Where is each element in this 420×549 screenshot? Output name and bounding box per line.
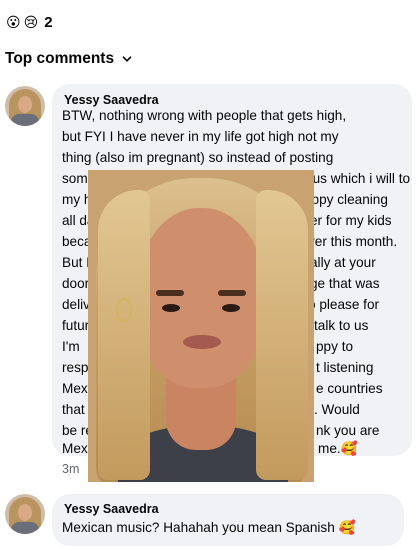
- comment-author[interactable]: Yessy Saavedra: [64, 93, 159, 107]
- comment-text-line: . Would: [314, 402, 360, 417]
- commenter-avatar[interactable]: [5, 86, 45, 126]
- comment-text-line: t listening: [316, 360, 374, 375]
- comment-text-line: ppy to: [316, 339, 354, 354]
- comment-text-line: appy cleaning: [304, 192, 388, 207]
- comment-text-line: ge that was: [310, 276, 380, 291]
- comment-author[interactable]: Yessy Saavedra: [64, 502, 159, 516]
- comment-text-line: I'm: [62, 339, 80, 354]
- sad-reaction-icon: 😢: [23, 14, 39, 30]
- comment-text-line: ally at your: [310, 255, 376, 270]
- comment-text-line: nk you are: [316, 423, 380, 438]
- comment-sort-label: Top comments: [5, 50, 115, 67]
- reactions-summary[interactable]: 😮 😢 2: [6, 12, 53, 32]
- earring-icon: [116, 298, 132, 322]
- comment-text: Mexican music? Hahahah you mean Spanish …: [62, 520, 356, 535]
- comment-text-line: me.🥰: [318, 441, 358, 456]
- comment-text-line: e countries: [316, 381, 383, 396]
- video-overlay[interactable]: [88, 170, 314, 482]
- comment-text-line: that: [62, 402, 85, 417]
- comment-text-line: BTW, nothing wrong with people that gets…: [62, 108, 347, 123]
- wow-reaction-icon: 😮: [6, 14, 21, 30]
- comment-text-line: talk to us: [314, 318, 369, 333]
- comment-text-line: Mexi: [62, 381, 91, 396]
- comment-text-line: er for my kids: [310, 213, 392, 228]
- comment-text-line: o please for: [308, 297, 380, 312]
- comment-text-line: thing (also im pregnant) so instead of p…: [62, 150, 334, 165]
- comment-text-line: ver this month.: [308, 234, 398, 249]
- comment-text-line: but FYI I have never in my life got high…: [62, 129, 339, 144]
- comment-sort-dropdown[interactable]: Top comments: [5, 50, 132, 68]
- chevron-down-icon: [122, 56, 132, 62]
- comment-bubble: Yessy Saavedra Mexican music? Hahahah yo…: [52, 494, 404, 546]
- commenter-avatar[interactable]: [5, 494, 45, 534]
- comment-text-line: k us which i will to: [302, 171, 411, 186]
- comment-text-line: Mex: [62, 441, 88, 456]
- reaction-count: 2: [44, 13, 53, 31]
- comment-text-line: door: [62, 276, 90, 291]
- comment-timestamp[interactable]: 3m: [62, 462, 79, 476]
